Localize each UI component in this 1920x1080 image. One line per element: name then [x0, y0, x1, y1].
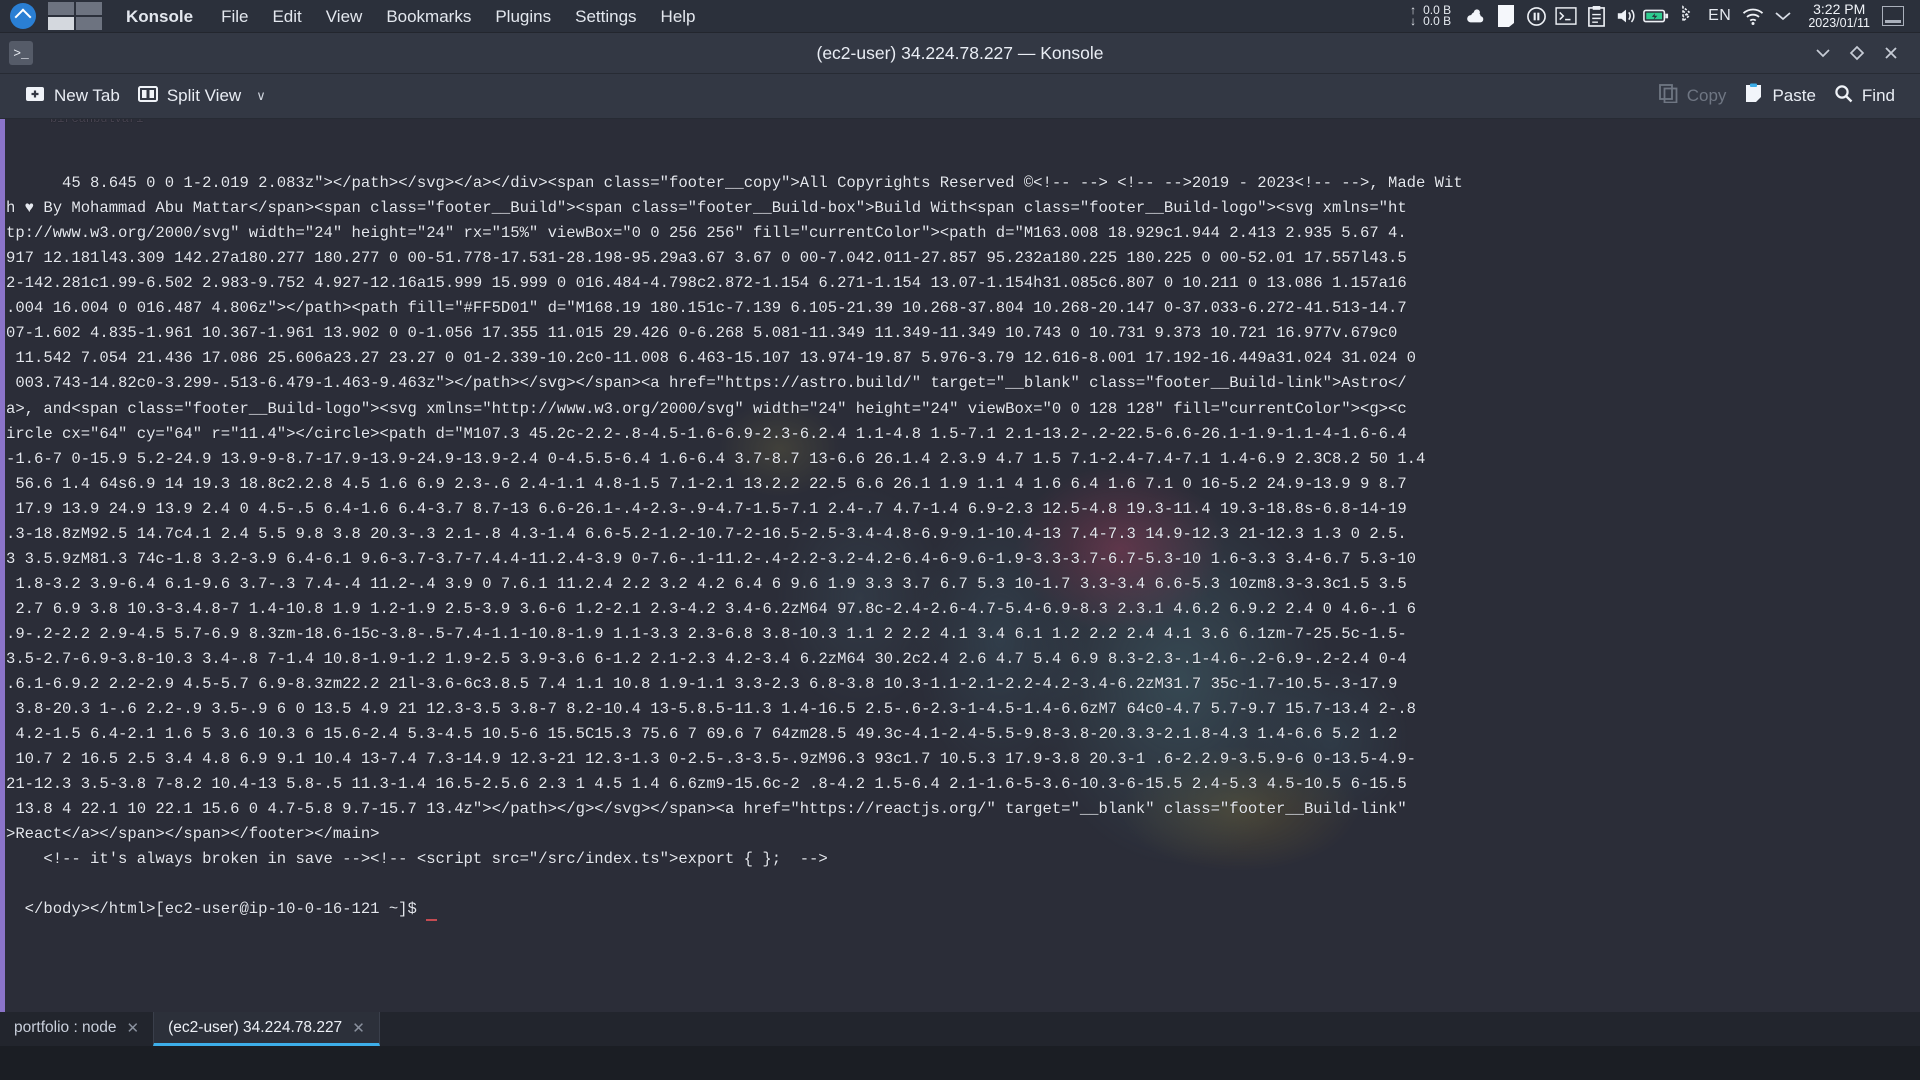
bluetooth-icon[interactable]	[1671, 0, 1701, 33]
taskbar-item-ec2-user[interactable]: (ec2-user) 34.224.78.227 ✕	[153, 1012, 380, 1046]
window-title: (ec2-user) 34.224.78.227 — Konsole	[816, 42, 1104, 63]
wifi-icon[interactable]	[1738, 0, 1768, 33]
weather-cloud-sun-icon[interactable]	[1461, 0, 1491, 33]
battery-icon[interactable]	[1641, 0, 1671, 33]
global-menu-bar: Konsole File Edit View Bookmarks Plugins…	[122, 0, 708, 32]
note-paper-icon[interactable]	[1491, 0, 1521, 33]
taskbar-item-portfolio-node[interactable]: portfolio : node ✕	[0, 1012, 153, 1046]
paste-icon	[1744, 83, 1763, 109]
search-icon	[1834, 84, 1853, 108]
chevron-down-icon[interactable]: ∨	[256, 88, 266, 104]
menu-settings[interactable]: Settings	[563, 0, 648, 33]
menu-help[interactable]: Help	[649, 0, 708, 33]
system-tray: ↑ ↓ 0.0 B 0.0 B EN 3:22 PM 2023/01/11	[1410, 0, 1920, 32]
download-arrow-icon: ↓	[1410, 14, 1417, 28]
show-desktop-icon[interactable]	[1882, 6, 1904, 26]
minimize-button[interactable]	[1808, 38, 1838, 68]
clock-date: 2023/01/11	[1808, 16, 1870, 30]
close-button[interactable]	[1876, 38, 1906, 68]
paste-label: Paste	[1772, 86, 1816, 105]
split-view-label: Split View	[166, 86, 242, 105]
global-top-panel: Konsole File Edit View Bookmarks Plugins…	[0, 0, 1920, 33]
taskbar-item-label: portfolio : node	[14, 1018, 117, 1036]
terminal-ghost-text: bircanbulvarı	[50, 119, 144, 126]
copy-label: Copy	[1686, 86, 1727, 105]
panel-left-group: Konsole File Edit View Bookmarks Plugins…	[0, 0, 708, 32]
taskbar: portfolio : node ✕ (ec2-user) 34.224.78.…	[0, 1012, 1920, 1046]
menu-view[interactable]: View	[314, 0, 375, 33]
copy-button[interactable]: Copy	[1650, 79, 1736, 113]
menu-file[interactable]: File	[209, 0, 260, 33]
paste-button[interactable]: Paste	[1735, 79, 1824, 113]
terminal-icon[interactable]	[1551, 0, 1581, 33]
window-titlebar[interactable]: >_ (ec2-user) 34.224.78.227 — Konsole	[0, 33, 1920, 74]
terminal-output[interactable]: bircanbulvarı 45 8.645 0 0 1-2.019 2.083…	[6, 119, 1920, 1046]
terminal-view[interactable]: bircanbulvarı 45 8.645 0 0 1-2.019 2.083…	[0, 119, 1920, 1046]
network-arrows: ↑ ↓	[1410, 4, 1417, 28]
menu-konsole[interactable]: Konsole	[122, 0, 209, 33]
download-value: 0.0 B	[1423, 14, 1452, 28]
new-tab-button[interactable]: New Tab	[16, 79, 129, 113]
maximize-button[interactable]	[1842, 38, 1872, 68]
virtual-desktop-pager[interactable]	[48, 2, 104, 30]
menu-plugins[interactable]: Plugins	[483, 0, 563, 33]
copy-icon	[1658, 84, 1678, 108]
terminal-scroll-marker	[0, 119, 5, 1046]
media-pause-icon[interactable]	[1521, 0, 1551, 33]
volume-speaker-icon[interactable]	[1611, 0, 1641, 33]
menu-edit[interactable]: Edit	[260, 0, 313, 33]
close-icon[interactable]: ✕	[127, 1019, 140, 1037]
terminal-app-icon: >_	[9, 41, 33, 65]
pager-cell-1[interactable]	[48, 2, 74, 15]
terminal-cursor	[426, 918, 438, 921]
terminal-lines: 45 8.645 0 0 1-2.019 2.083z"></path></sv…	[6, 174, 1463, 919]
chevron-down-icon[interactable]	[1768, 0, 1798, 33]
pager-cell-2[interactable]	[76, 2, 102, 15]
new-tab-label: New Tab	[54, 86, 120, 105]
menu-bookmarks[interactable]: Bookmarks	[374, 0, 483, 33]
kde-logo-icon[interactable]	[10, 3, 36, 29]
konsole-window: >_ (ec2-user) 34.224.78.227 — Konsole Ne…	[0, 33, 1920, 1046]
network-speed-widget[interactable]: ↑ ↓ 0.0 B 0.0 B	[1410, 4, 1452, 28]
clock-time: 3:22 PM	[1813, 1, 1866, 17]
pager-cell-4[interactable]	[76, 17, 102, 30]
network-values: 0.0 B 0.0 B	[1423, 4, 1452, 28]
split-view-icon	[137, 85, 158, 108]
keyboard-layout-indicator[interactable]: EN	[1701, 7, 1738, 25]
taskbar-item-label: (ec2-user) 34.224.78.227	[168, 1018, 343, 1036]
close-icon[interactable]: ✕	[352, 1019, 365, 1037]
clock-widget[interactable]: 3:22 PM 2023/01/11	[1800, 2, 1878, 30]
clipboard-icon[interactable]	[1581, 0, 1611, 33]
add-tab-icon	[25, 85, 45, 108]
find-button[interactable]: Find	[1825, 79, 1904, 113]
split-view-button[interactable]: Split View ∨	[129, 79, 275, 113]
find-label: Find	[1861, 86, 1895, 105]
pager-cell-3[interactable]	[48, 17, 74, 30]
konsole-toolbar: New Tab Split View ∨ Copy Paste Find	[0, 74, 1920, 119]
window-controls	[1808, 38, 1920, 68]
